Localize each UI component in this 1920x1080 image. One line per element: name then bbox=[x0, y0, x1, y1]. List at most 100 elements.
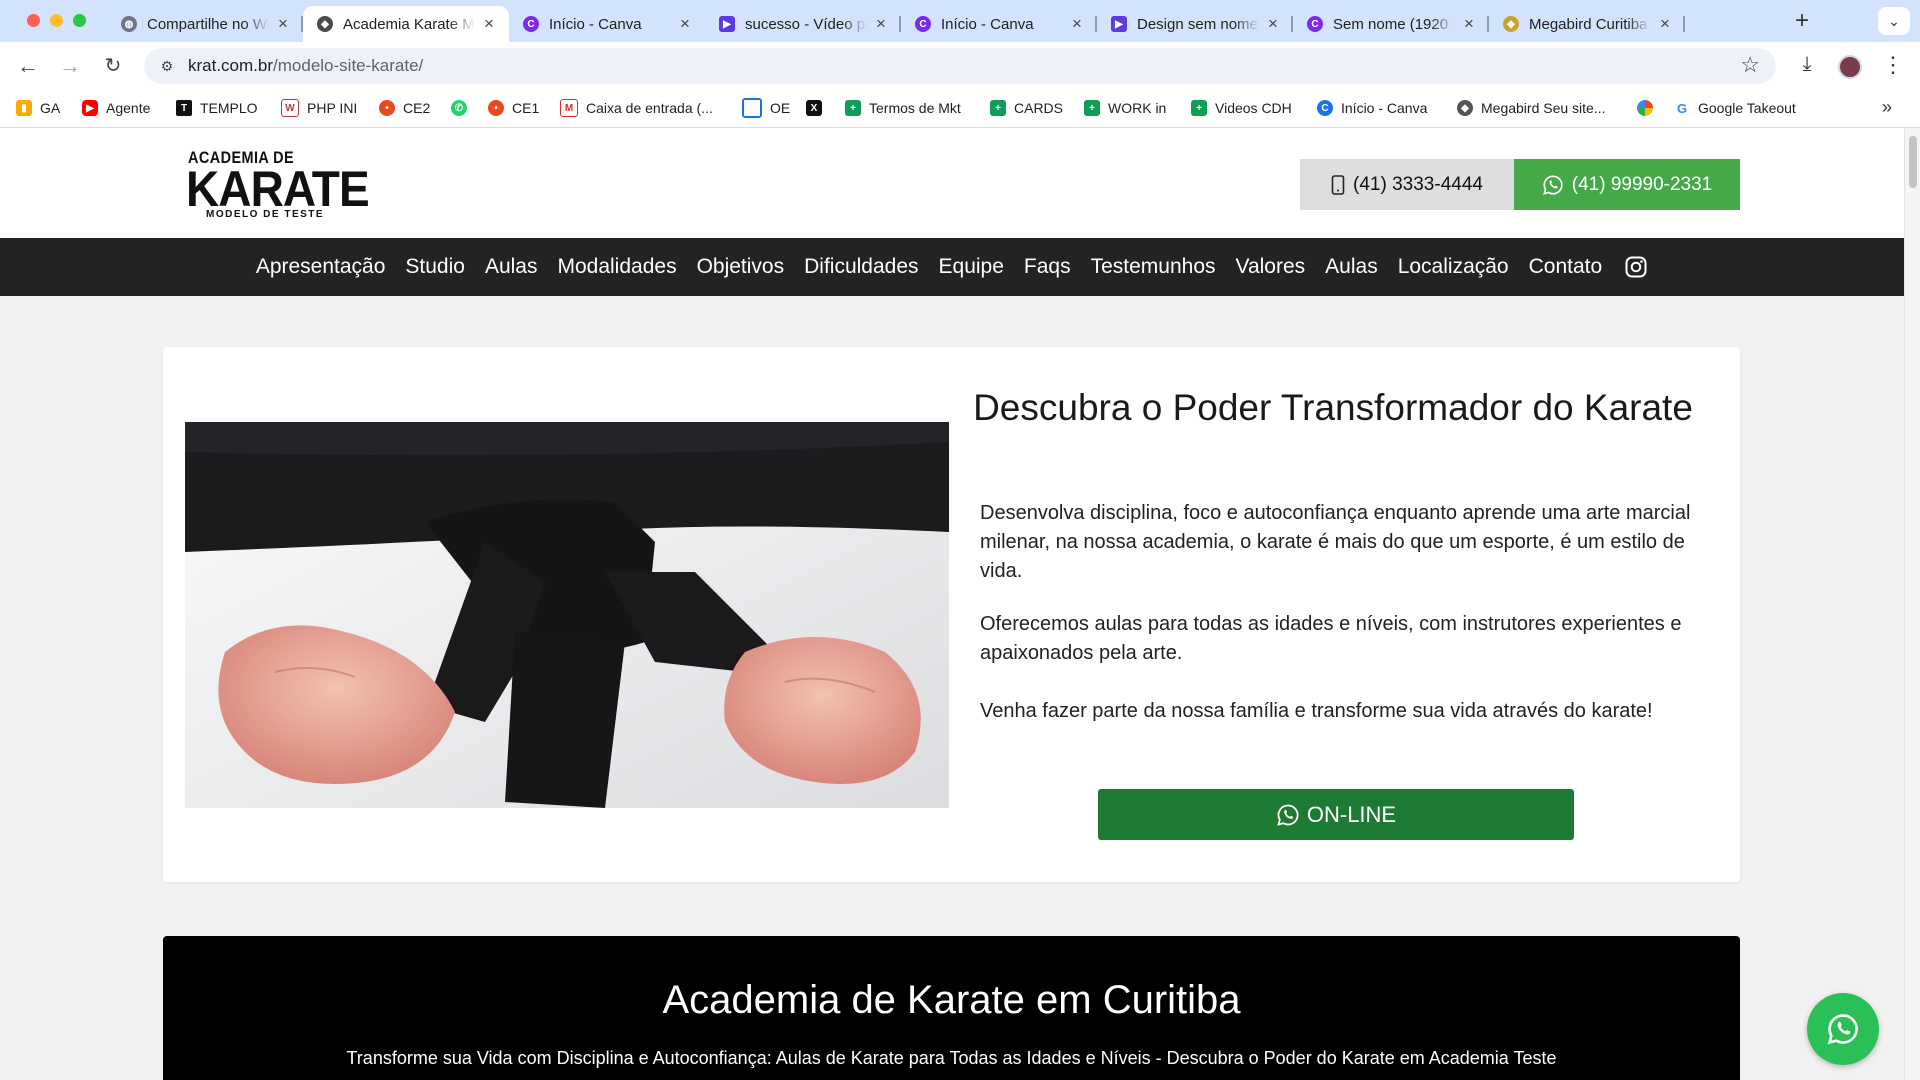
bookmark-star-icon[interactable]: ☆ bbox=[1740, 52, 1760, 78]
bookmark-item[interactable]: + WORK in bbox=[1084, 90, 1166, 126]
google-icon: G bbox=[1674, 100, 1690, 116]
menu-kebab-icon[interactable]: ⋮ bbox=[1882, 52, 1904, 78]
close-window-button[interactable] bbox=[27, 14, 40, 27]
nav-apresentacao[interactable]: Apresentação bbox=[256, 255, 386, 279]
browser-tab[interactable]: ▶ Design sem nome × bbox=[1097, 6, 1293, 42]
bookmark-item[interactable]: + Videos CDH bbox=[1191, 90, 1292, 126]
forward-button[interactable]: → bbox=[56, 52, 84, 80]
tab-title: Compartilhe no WhatsApp bbox=[147, 15, 269, 33]
nav-aulas-2[interactable]: Aulas bbox=[1325, 255, 1378, 279]
megabird-icon: ◆ bbox=[317, 16, 333, 32]
site-settings-icon[interactable]: ⚙ bbox=[158, 57, 176, 75]
scrollbar-thumb[interactable] bbox=[1909, 136, 1917, 188]
close-tab-icon[interactable]: × bbox=[677, 14, 693, 34]
bookmark-label: Caixa de entrada (... bbox=[586, 100, 713, 116]
maximize-window-button[interactable] bbox=[73, 14, 86, 27]
bookmark-item[interactable]: • CE1 bbox=[488, 90, 539, 126]
nav-dificuldades[interactable]: Dificuldades bbox=[804, 255, 918, 279]
bookmark-label: GA bbox=[40, 100, 61, 116]
bookmark-item[interactable]: W PHP INI bbox=[281, 90, 357, 126]
canva-icon: C bbox=[1307, 16, 1323, 32]
bookmark-item[interactable]: + CARDS bbox=[990, 90, 1063, 126]
bookmark-item[interactable] bbox=[1637, 90, 1661, 126]
browser-tab[interactable]: ◆ Megabird Curitiba × bbox=[1489, 6, 1685, 42]
browser-tab[interactable]: C Início - Canva × bbox=[509, 6, 705, 42]
bookmark-item[interactable]: ✆ bbox=[451, 90, 475, 126]
url-domain: krat.com.br bbox=[188, 56, 274, 75]
gmail-icon: M bbox=[560, 99, 578, 117]
site-logo[interactable]: ACADEMIA DE KARATE MODELO DE TESTE bbox=[186, 148, 370, 220]
nav-localizacao[interactable]: Localização bbox=[1398, 255, 1509, 279]
bookmark-label: CE2 bbox=[403, 100, 431, 116]
tab-search-button[interactable]: ⌄ bbox=[1878, 7, 1910, 35]
page-scrollbar[interactable] bbox=[1904, 128, 1920, 1080]
sheets-icon: + bbox=[1191, 100, 1207, 116]
bookmark-label: PHP INI bbox=[307, 100, 358, 116]
browser-tab[interactable]: C Sem nome (1920 x 1080) × bbox=[1293, 6, 1489, 42]
close-tab-icon[interactable]: × bbox=[873, 14, 889, 34]
hero-paragraph-3: Venha fazer parte da nossa família e tra… bbox=[980, 700, 1653, 722]
hero-paragraph-1: Desenvolva disciplina, foco e autoconfia… bbox=[980, 502, 1691, 582]
bookmark-item[interactable]: X bbox=[806, 90, 830, 126]
nav-objetivos[interactable]: Objetivos bbox=[697, 255, 785, 279]
bookmark-item[interactable]: M Caixa de entrada (... bbox=[560, 90, 713, 126]
nav-testemunhos[interactable]: Testemunhos bbox=[1091, 255, 1216, 279]
close-tab-icon[interactable]: × bbox=[1069, 14, 1085, 34]
instagram-icon[interactable] bbox=[1624, 255, 1648, 279]
hero-card: Descubra o Poder Transformador do Karate… bbox=[163, 347, 1740, 882]
more-bookmarks-icon[interactable]: » bbox=[1882, 97, 1892, 118]
close-tab-icon[interactable]: × bbox=[1265, 14, 1281, 34]
profile-avatar[interactable] bbox=[1838, 55, 1862, 79]
pinwheel-icon bbox=[1637, 100, 1653, 116]
bookmark-item[interactable]: C Início - Canva bbox=[1317, 90, 1427, 126]
browser-tab-active[interactable]: ◆ Academia Karate Modelo × bbox=[303, 6, 509, 42]
nav-contato[interactable]: Contato bbox=[1529, 255, 1603, 279]
back-button[interactable]: ← bbox=[14, 52, 42, 80]
sheets-icon: + bbox=[1084, 100, 1100, 116]
nav-studio[interactable]: Studio bbox=[405, 255, 465, 279]
phone-button[interactable]: (41) 3333-4444 bbox=[1300, 159, 1514, 210]
nav-aulas[interactable]: Aulas bbox=[485, 255, 538, 279]
canva-icon: C bbox=[1317, 100, 1333, 116]
bookmark-label: OE bbox=[770, 100, 791, 116]
bookmark-label: CARDS bbox=[1014, 100, 1064, 116]
canva-icon: C bbox=[915, 16, 931, 32]
bookmark-item[interactable]: + Termos de Mkt bbox=[845, 90, 961, 126]
bookmark-item[interactable]: T TEMPLO bbox=[176, 90, 258, 126]
bookmark-item[interactable]: ▶ Agente bbox=[82, 90, 150, 126]
bookmark-item[interactable]: • CE2 bbox=[379, 90, 430, 126]
online-cta-label: ON-LINE bbox=[1306, 801, 1397, 827]
minimize-window-button[interactable] bbox=[50, 14, 63, 27]
online-cta-button[interactable]: ON-LINE bbox=[1098, 789, 1574, 840]
nav-modalidades[interactable]: Modalidades bbox=[557, 255, 676, 279]
sheets-icon: + bbox=[845, 100, 861, 116]
nav-faqs[interactable]: Faqs bbox=[1024, 255, 1071, 279]
new-tab-button[interactable]: + bbox=[1787, 6, 1817, 36]
bookmark-item[interactable]: ◆ Megabird Seu site... bbox=[1457, 90, 1606, 126]
browser-tab[interactable]: ▶ sucesso - Vídeo promo × bbox=[705, 6, 901, 42]
browser-tab[interactable]: ◍ Compartilhe no WhatsApp × bbox=[107, 6, 303, 42]
bookmark-item[interactable]: ▮ GA bbox=[16, 90, 60, 126]
bookmark-label: Agente bbox=[106, 100, 151, 116]
browser-tab[interactable]: C Início - Canva × bbox=[901, 6, 1097, 42]
video-icon: ▶ bbox=[719, 16, 735, 32]
tab-title: Academia Karate Modelo bbox=[343, 15, 475, 33]
address-bar[interactable]: ⚙ krat.com.br/modelo-site-karate/ ☆ bbox=[144, 48, 1776, 84]
bookmark-item[interactable]: G Google Takeout bbox=[1674, 90, 1796, 126]
whatsapp-icon: ✆ bbox=[451, 100, 467, 116]
bookmark-item[interactable]: OE bbox=[742, 90, 790, 126]
nav-equipe[interactable]: Equipe bbox=[939, 255, 1004, 279]
close-tab-icon[interactable]: × bbox=[1461, 14, 1477, 34]
close-tab-icon[interactable]: × bbox=[275, 14, 291, 34]
globe-icon: ◍ bbox=[121, 16, 137, 32]
reload-button[interactable]: ↻ bbox=[99, 52, 127, 80]
flame-icon: • bbox=[379, 100, 395, 116]
whatsapp-float-button[interactable] bbox=[1807, 993, 1879, 1065]
nav-valores[interactable]: Valores bbox=[1236, 255, 1306, 279]
page-viewport: ACADEMIA DE KARATE MODELO DE TESTE (41) … bbox=[0, 128, 1904, 1080]
close-tab-icon[interactable]: × bbox=[1657, 14, 1673, 34]
youtube-icon: ▶ bbox=[82, 100, 98, 116]
whatsapp-button[interactable]: (41) 99990-2331 bbox=[1514, 159, 1740, 210]
download-icon[interactable]: ⤓ bbox=[1794, 53, 1820, 79]
close-tab-icon[interactable]: × bbox=[481, 14, 497, 34]
